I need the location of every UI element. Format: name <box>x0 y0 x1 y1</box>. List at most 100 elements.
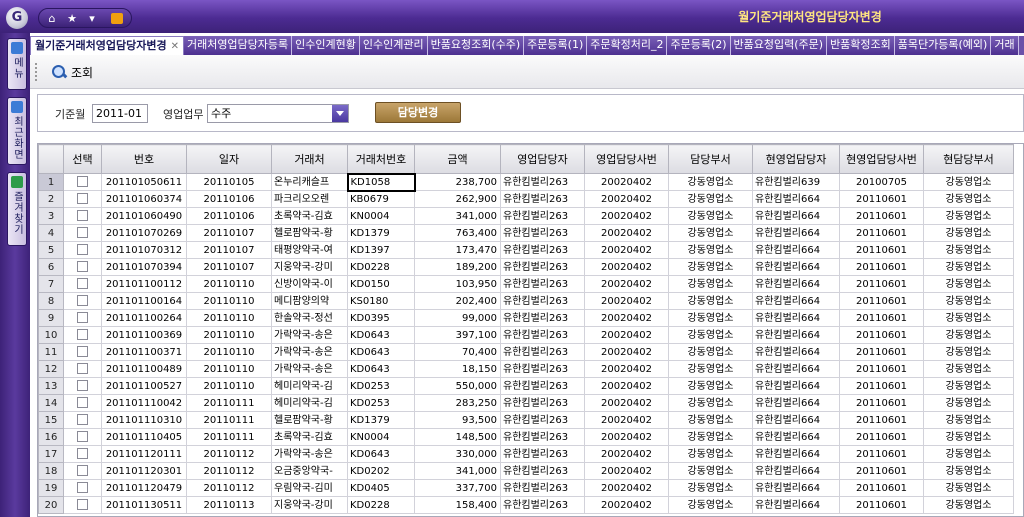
table-cell[interactable]: 20110110 <box>186 309 272 327</box>
table-cell[interactable]: 강동영업소 <box>923 445 1014 463</box>
table-cell[interactable]: KD0643 <box>347 326 415 344</box>
table-row[interactable]: 13 201101100527 20110110 헤미리약국-김 KD0253 550,0… <box>38 377 1014 395</box>
table-cell[interactable]: 20020402 <box>584 275 669 293</box>
row-checkbox[interactable] <box>77 193 88 204</box>
search-button[interactable]: 조회 <box>52 63 93 81</box>
table-cell[interactable]: 메디팜양의약 <box>271 292 348 310</box>
table-cell[interactable]: KD0228 <box>347 258 415 276</box>
row-checkbox[interactable] <box>77 448 88 459</box>
folder-icon[interactable] <box>111 12 123 24</box>
table-cell[interactable]: 유한킴벌리263 <box>500 377 585 395</box>
table-cell[interactable]: 20110601 <box>839 377 924 395</box>
table-cell[interactable]: 341,000 <box>414 207 501 225</box>
table-cell[interactable]: 201101100489 <box>101 360 187 378</box>
tab-item[interactable]: 주문등록(2) <box>667 36 731 55</box>
table-cell[interactable]: 103,950 <box>414 275 501 293</box>
table-cell[interactable]: 강동영업소 <box>923 343 1014 361</box>
table-cell[interactable]: KD0202 <box>347 462 415 480</box>
table-cell[interactable]: 유한킴벌리664 <box>752 394 840 412</box>
table-cell[interactable]: 201101050611 <box>101 173 187 191</box>
table-cell[interactable]: 지웅약국-강미 <box>271 496 348 514</box>
row-checkbox[interactable] <box>77 431 88 442</box>
column-header[interactable]: 현영업담당자 <box>752 144 840 174</box>
table-cell[interactable]: 20110601 <box>839 428 924 446</box>
month-input[interactable]: 2011-01 <box>92 104 148 123</box>
table-cell[interactable]: 파크리오오렌 <box>271 190 348 208</box>
table-cell[interactable]: 강동영업소 <box>923 241 1014 259</box>
table-cell[interactable]: 201101120111 <box>101 445 187 463</box>
table-cell[interactable]: 20020402 <box>584 394 669 412</box>
column-header[interactable]: 거래처 <box>271 144 348 174</box>
table-cell[interactable]: 20020402 <box>584 309 669 327</box>
row-checkbox[interactable] <box>77 176 88 187</box>
table-cell[interactable]: 강동영업소 <box>668 394 753 412</box>
table-cell[interactable]: 330,000 <box>414 445 501 463</box>
tab-item[interactable]: 반품요청조회(수주) <box>427 36 525 55</box>
row-checkbox[interactable] <box>77 295 88 306</box>
table-cell[interactable]: 가락약국-송은 <box>271 326 348 344</box>
table-cell[interactable]: 태평양약국-여 <box>271 241 348 259</box>
table-cell[interactable]: 강동영업소 <box>668 258 753 276</box>
tab-item[interactable]: 품목단가등록(예외) <box>894 36 992 55</box>
table-cell[interactable]: 강동영업소 <box>923 224 1014 242</box>
table-cell[interactable]: KN0004 <box>347 428 415 446</box>
business-select[interactable]: 수주 <box>207 104 349 123</box>
table-cell[interactable]: KB0679 <box>347 190 415 208</box>
table-cell[interactable]: 20100705 <box>839 173 924 191</box>
table-cell[interactable]: 유한킴벌리664 <box>752 462 840 480</box>
table-cell[interactable]: 20110110 <box>186 343 272 361</box>
table-cell[interactable]: 201101130511 <box>101 496 187 514</box>
table-cell[interactable]: KD1058 <box>346 172 416 192</box>
table-cell[interactable]: 강동영업소 <box>668 292 753 310</box>
table-cell[interactable]: 유한킴벌리664 <box>752 411 840 429</box>
table-cell[interactable]: 201101070269 <box>101 224 187 242</box>
column-header[interactable]: 현담당부서 <box>923 144 1014 174</box>
table-cell[interactable]: 20110111 <box>186 394 272 412</box>
table-cell[interactable]: 20110601 <box>839 411 924 429</box>
table-cell[interactable]: 유한킴벌리263 <box>500 275 585 293</box>
table-cell[interactable]: 헬로팜약국-황 <box>271 411 348 429</box>
row-checkbox[interactable] <box>77 346 88 357</box>
table-cell[interactable]: 유한킴벌리263 <box>500 360 585 378</box>
table-cell[interactable]: 148,500 <box>414 428 501 446</box>
table-cell[interactable]: 20110105 <box>186 173 272 191</box>
table-cell[interactable]: 238,700 <box>414 173 501 191</box>
table-cell[interactable]: 유한킴벌리664 <box>752 496 840 514</box>
table-cell[interactable]: 유한킴벌리263 <box>500 258 585 276</box>
home-icon[interactable]: ⌂ <box>45 11 59 25</box>
table-cell[interactable]: 20110113 <box>186 496 272 514</box>
table-cell[interactable]: 가락약국-송은 <box>271 343 348 361</box>
table-cell[interactable]: 강동영업소 <box>923 190 1014 208</box>
star-icon[interactable]: ★ <box>65 11 79 25</box>
table-cell[interactable]: 강동영업소 <box>668 462 753 480</box>
table-cell[interactable]: 20110601 <box>839 462 924 480</box>
table-cell[interactable]: 20110601 <box>839 190 924 208</box>
table-cell[interactable]: 20110601 <box>839 496 924 514</box>
table-cell[interactable]: 20110601 <box>839 343 924 361</box>
table-cell[interactable]: 20020402 <box>584 428 669 446</box>
table-cell[interactable]: 20020402 <box>584 343 669 361</box>
table-cell[interactable]: 유한킴벌리664 <box>752 241 840 259</box>
table-cell[interactable]: 397,100 <box>414 326 501 344</box>
table-row[interactable]: 19 201101120479 20110112 우림약국-김미 KD0405 337,7… <box>38 479 1014 497</box>
table-cell[interactable]: 헬로팜약국-황 <box>271 224 348 242</box>
table-cell[interactable]: 93,500 <box>414 411 501 429</box>
table-cell[interactable]: 유한킴벌리263 <box>500 190 585 208</box>
table-cell[interactable]: 20110110 <box>186 275 272 293</box>
table-cell[interactable]: 유한킴벌리664 <box>752 275 840 293</box>
table-cell[interactable]: 763,400 <box>414 224 501 242</box>
table-cell[interactable]: 유한킴벌리263 <box>500 207 585 225</box>
table-cell[interactable]: 강동영업소 <box>668 309 753 327</box>
table-cell[interactable]: 강동영업소 <box>668 190 753 208</box>
table-cell[interactable]: 강동영업소 <box>668 360 753 378</box>
table-cell[interactable]: 201101120301 <box>101 462 187 480</box>
table-cell[interactable]: 유한킴벌리263 <box>500 462 585 480</box>
table-cell[interactable]: 강동영업소 <box>923 258 1014 276</box>
table-cell[interactable]: 20020402 <box>584 411 669 429</box>
table-cell[interactable]: 유한킴벌리664 <box>752 343 840 361</box>
table-cell[interactable]: 20110112 <box>186 462 272 480</box>
table-cell[interactable]: 강동영업소 <box>668 428 753 446</box>
table-cell[interactable]: 오금중앙약국- <box>271 462 348 480</box>
table-cell[interactable]: 20020402 <box>584 190 669 208</box>
table-cell[interactable]: 강동영업소 <box>668 275 753 293</box>
